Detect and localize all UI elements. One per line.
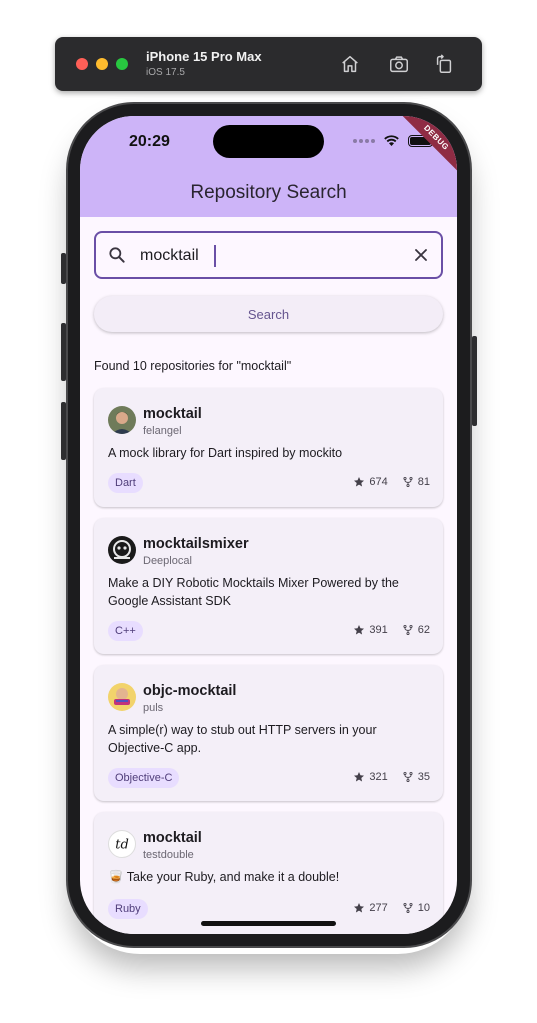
repo-name[interactable]: mocktail	[143, 830, 202, 846]
star-icon	[354, 903, 365, 913]
fork-count: 62	[402, 624, 430, 636]
star-icon	[354, 477, 365, 487]
repo-stats: 674 81	[339, 476, 430, 488]
search-input[interactable]	[140, 244, 400, 268]
star-count: 391	[353, 624, 388, 636]
simulator-toolbar: iPhone 15 Pro Max iOS 17.5	[55, 37, 482, 91]
wifi-icon	[384, 135, 399, 146]
home-icon	[342, 55, 358, 73]
star-count: 321	[353, 771, 388, 783]
phone-screen: 20:29 DEBUG Repository Search Search Fou…	[80, 116, 457, 934]
repo-description: A simple(r) way to stub out HTTP servers…	[108, 723, 377, 755]
avatar	[108, 536, 136, 564]
repo-owner: testdouble	[143, 849, 194, 861]
repository-card[interactable]: mocktail felangel A mock library for Dar…	[94, 388, 443, 507]
volume-up-button	[61, 323, 66, 381]
minimize-window-button[interactable]	[96, 58, 108, 70]
fork-icon	[403, 476, 413, 488]
repo-name[interactable]: mocktail	[143, 406, 202, 422]
repository-card[interactable]: td mocktail testdouble 🥃 Take your Ruby,…	[94, 812, 443, 934]
fork-icon	[403, 902, 413, 914]
search-field[interactable]	[94, 231, 443, 279]
repo-owner: puls	[143, 702, 164, 714]
repo-stats: 391 62	[339, 624, 430, 636]
repo-owner: felangel	[143, 425, 182, 437]
action-button	[61, 253, 66, 284]
star-count: 277	[353, 902, 388, 914]
clear-icon[interactable]	[411, 245, 431, 265]
repo-stats: 321 35	[339, 771, 430, 783]
avatar	[108, 683, 136, 711]
repo-description: 🥃 Take your Ruby, and make it a double!	[108, 870, 340, 884]
power-button	[472, 336, 477, 426]
home-indicator[interactable]	[201, 921, 336, 926]
zoom-window-button[interactable]	[116, 58, 128, 70]
fork-count: 35	[402, 771, 430, 783]
status-icons	[353, 134, 436, 147]
results-summary: Found 10 repositories for "mocktail"	[94, 359, 292, 373]
volume-down-button	[61, 402, 66, 460]
home-button[interactable]	[338, 52, 362, 76]
repository-card[interactable]: objc-mocktail puls A simple(r) way to st…	[94, 665, 443, 801]
text-cursor	[214, 245, 216, 267]
language-chip: Objective-C	[108, 768, 180, 788]
repo-name[interactable]: objc-mocktail	[143, 683, 236, 699]
search-icon	[109, 247, 125, 263]
avatar: td	[108, 830, 136, 858]
device-name: iPhone 15 Pro Max	[146, 49, 262, 64]
star-icon	[354, 625, 365, 635]
fork-icon	[403, 624, 413, 636]
camera-icon	[390, 56, 408, 73]
rotate-icon	[436, 54, 452, 73]
fork-count: 81	[402, 476, 430, 488]
repo-stats: 277 10	[339, 902, 430, 914]
cellular-signal-icon	[353, 138, 375, 143]
svg-text:td: td	[115, 838, 129, 853]
dynamic-island	[213, 125, 324, 158]
repo-description: Make a DIY Robotic Mocktails Mixer Power…	[108, 576, 399, 608]
search-button[interactable]: Search	[94, 296, 443, 332]
close-window-button[interactable]	[76, 58, 88, 70]
repo-description: A mock library for Dart inspired by mock…	[108, 446, 343, 460]
language-chip: Dart	[108, 473, 143, 493]
rotate-button[interactable]	[432, 52, 456, 76]
star-count: 674	[353, 476, 388, 488]
os-version: iOS 17.5	[146, 67, 185, 78]
fork-icon	[403, 771, 413, 783]
fork-count: 10	[402, 902, 430, 914]
repo-owner: Deeplocal	[143, 555, 192, 567]
repository-card[interactable]: mocktailsmixer Deeplocal Make a DIY Robo…	[94, 518, 443, 654]
screenshot-button[interactable]	[387, 52, 411, 76]
avatar	[108, 406, 136, 434]
status-time: 20:29	[129, 133, 170, 150]
repo-name[interactable]: mocktailsmixer	[143, 536, 249, 552]
app-bar: 20:29 DEBUG Repository Search	[80, 116, 457, 217]
language-chip: Ruby	[108, 899, 148, 919]
page-title: Repository Search	[190, 182, 347, 203]
language-chip: C++	[108, 621, 143, 641]
star-icon	[354, 772, 365, 782]
